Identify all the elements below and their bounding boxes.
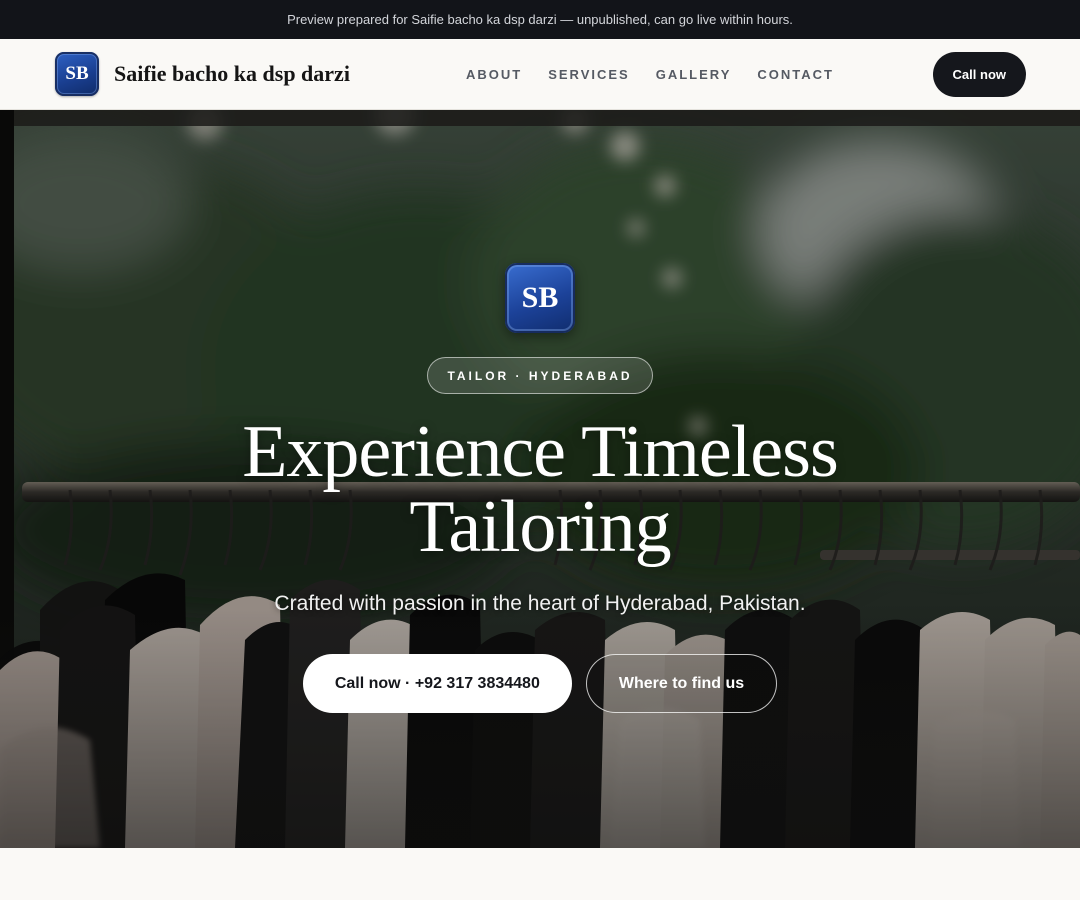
hero-find-us-button[interactable]: Where to find us <box>585 654 778 713</box>
nav-link-about[interactable]: ABOUT <box>466 67 522 82</box>
hero-title: Experience Timeless Tailoring <box>242 411 839 568</box>
brand-logo[interactable]: SB <box>55 52 99 96</box>
hero-subtitle: Crafted with passion in the heart of Hyd… <box>274 592 806 615</box>
hero-logo-initials: SB <box>521 281 559 314</box>
hero-content: SB TAILOR · HYDERABAD Experience Timeles… <box>0 110 1080 713</box>
header-call-now-button[interactable]: Call now <box>932 52 1026 97</box>
hero-category-tag: TAILOR · HYDERABAD <box>427 357 653 394</box>
hero-section: SB TAILOR · HYDERABAD Experience Timeles… <box>0 110 1080 848</box>
hero-cta-group: Call now · +92 317 3834480 Where to find… <box>302 654 778 713</box>
brand-name[interactable]: Saifie bacho ka dsp darzi <box>114 61 350 87</box>
hero-logo-badge: SB <box>505 263 575 333</box>
hero-category-tag-text: TAILOR · HYDERABAD <box>447 368 633 383</box>
nav-links: ABOUT SERVICES GALLERY CONTACT <box>466 39 860 110</box>
site-header: SB Saifie bacho ka dsp darzi ABOUT SERVI… <box>0 39 1080 110</box>
nav-link-services[interactable]: SERVICES <box>548 67 630 82</box>
preview-banner: Preview prepared for Saifie bacho ka dsp… <box>0 0 1080 39</box>
brand-logo-initials: SB <box>65 63 89 84</box>
hero-call-now-button[interactable]: Call now · +92 317 3834480 <box>302 654 572 713</box>
nav-link-gallery[interactable]: GALLERY <box>656 67 732 82</box>
preview-banner-text: Preview prepared for Saifie bacho ka dsp… <box>287 12 793 27</box>
nav-link-contact[interactable]: CONTACT <box>757 67 834 82</box>
